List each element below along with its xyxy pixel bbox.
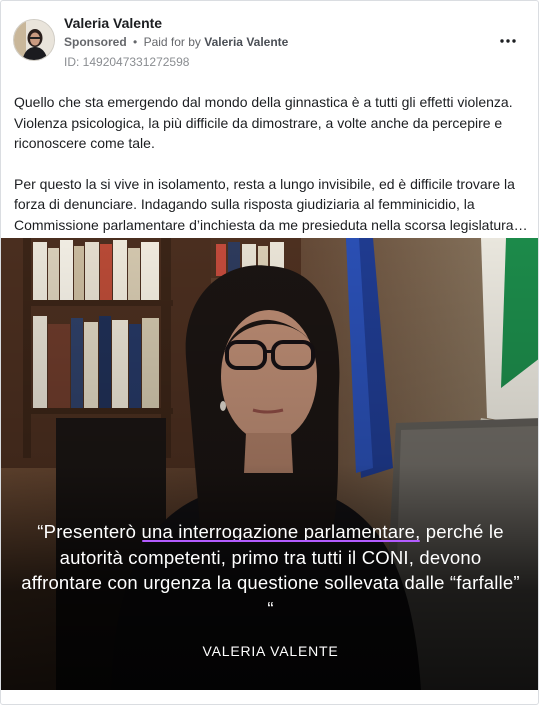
sponsored-label: Sponsored (64, 35, 127, 49)
post-media-image[interactable]: “Presenterò una interrogazione parlament… (1, 238, 538, 690)
post-header: Valeria Valente Sponsored • Paid for by … (1, 1, 538, 81)
post-paragraph: Quello che sta emergendo dal mondo della… (14, 94, 513, 151)
quote-author: VALERIA VALENTE (202, 643, 339, 659)
paid-for-name: Valeria Valente (204, 35, 289, 49)
author-name[interactable]: Valeria Valente (64, 15, 162, 31)
ad-id: ID: 1492047331272598 (64, 55, 190, 69)
more-options-button[interactable] (496, 29, 520, 53)
paid-for-prefix: Paid for by (143, 35, 201, 49)
sponsor-line: Sponsored • Paid for by Valeria Valente (64, 35, 288, 49)
quote-open: “Presenterò (37, 521, 142, 542)
more-horizontal-icon (500, 39, 516, 43)
post-body-text: Quello che sta emergendo dal mondo della… (14, 92, 529, 255)
ad-post-card: Valeria Valente Sponsored • Paid for by … (0, 0, 539, 705)
avatar-image (14, 20, 54, 60)
separator-dot: • (133, 35, 138, 49)
avatar[interactable] (13, 19, 55, 61)
post-paragraph: Per questo la si vive in isolamento, res… (14, 175, 528, 233)
quote-text: “Presenterò una interrogazione parlament… (21, 519, 520, 621)
quote-overlay: “Presenterò una interrogazione parlament… (1, 238, 538, 690)
quote-highlight: una interrogazione parlamentare, (141, 521, 421, 542)
